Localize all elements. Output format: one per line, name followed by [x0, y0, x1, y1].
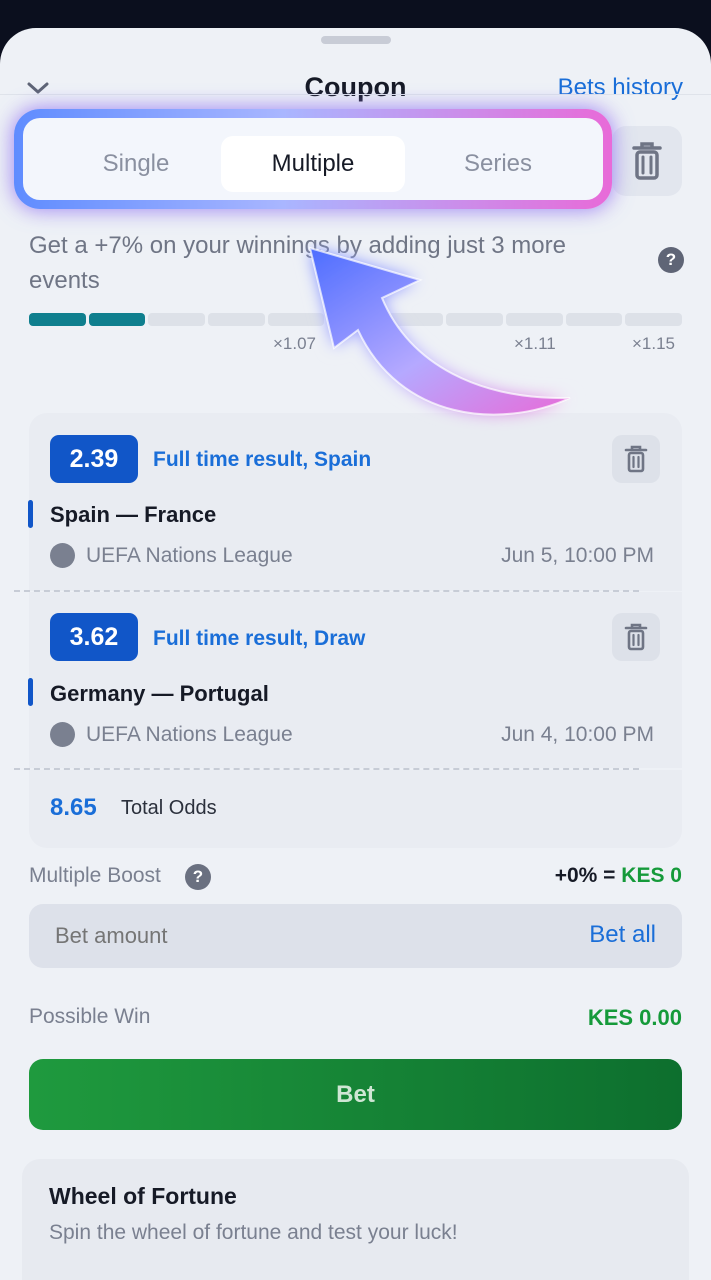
tab-single[interactable]: Single [44, 136, 228, 192]
help-icon[interactable]: ? [185, 864, 211, 890]
tab-label: Single [102, 150, 170, 177]
bet-type-tabs: Single Multiple Series [18, 113, 608, 205]
market-label: Full time result, Draw [153, 627, 366, 650]
bet-card: 3.62 Full time result, Draw Germany — Po… [28, 592, 682, 768]
odds-badge[interactable]: 2.39 [50, 435, 138, 483]
progress-segment [88, 313, 146, 326]
sheet-grabber[interactable] [321, 36, 391, 44]
bet-amount-field[interactable]: Bet all [29, 904, 682, 968]
bet-amount-input[interactable] [55, 923, 455, 949]
event-accent-bar [28, 678, 33, 706]
wheel-of-fortune-card[interactable]: Wheel of Fortune Spin the wheel of fortu… [22, 1159, 689, 1280]
soccer-ball-icon [50, 722, 75, 747]
multiplier-label: ×1.15 [632, 334, 676, 353]
league-name: UEFA Nations League [86, 723, 293, 746]
multiple-boost-label: Multiple Boost [29, 864, 161, 887]
place-bet-button[interactable]: Bet [29, 1059, 682, 1130]
trash-icon [624, 445, 648, 473]
odds-badge[interactable]: 3.62 [50, 613, 138, 661]
boost-percent: +0% = [554, 864, 622, 887]
wheel-title: Wheel of Fortune [49, 1183, 237, 1209]
tab-multiple[interactable]: Multiple [221, 136, 405, 192]
progress-segment [29, 313, 86, 326]
boost-amount: KES 0 [621, 864, 682, 887]
market-label: Full time result, Spain [153, 448, 372, 471]
progress-segment [207, 313, 265, 326]
progress-segment [625, 313, 682, 326]
possible-win-label: Possible Win [29, 1005, 151, 1028]
event-date: Jun 5, 10:00 PM [501, 544, 654, 567]
bets-history-link[interactable]: Bets history [558, 74, 683, 102]
clear-coupon-button[interactable] [612, 126, 682, 196]
total-odds-label: Total Odds [121, 797, 217, 819]
curved-arrow-icon [308, 246, 571, 416]
tab-series[interactable]: Series [406, 136, 590, 192]
total-odds-value: 8.65 [50, 794, 97, 821]
event-teams: Germany — Portugal [50, 681, 269, 706]
event-teams: Spain — France [50, 502, 217, 527]
event-date: Jun 4, 10:00 PM [501, 723, 654, 746]
remove-bet-button[interactable] [612, 613, 660, 661]
wheel-subtitle: Spin the wheel of fortune and test your … [49, 1221, 458, 1244]
help-icon[interactable]: ? [658, 247, 684, 273]
league-name: UEFA Nations League [86, 544, 293, 567]
total-odds-card: 8.65 Total Odds [29, 770, 682, 848]
tab-label: Series [463, 150, 533, 177]
progress-segment [148, 313, 205, 326]
possible-win-value: KES 0.00 [587, 1005, 682, 1030]
header-divider [0, 94, 711, 95]
multiple-boost-value: +0% = KES 0 [555, 864, 682, 888]
trash-icon [624, 623, 648, 651]
tab-label: Multiple [271, 150, 355, 177]
trash-icon [632, 142, 662, 180]
event-accent-bar [28, 500, 33, 528]
remove-bet-button[interactable] [612, 435, 660, 483]
soccer-ball-icon [50, 543, 75, 568]
bet-all-button[interactable]: Bet all [589, 921, 656, 949]
